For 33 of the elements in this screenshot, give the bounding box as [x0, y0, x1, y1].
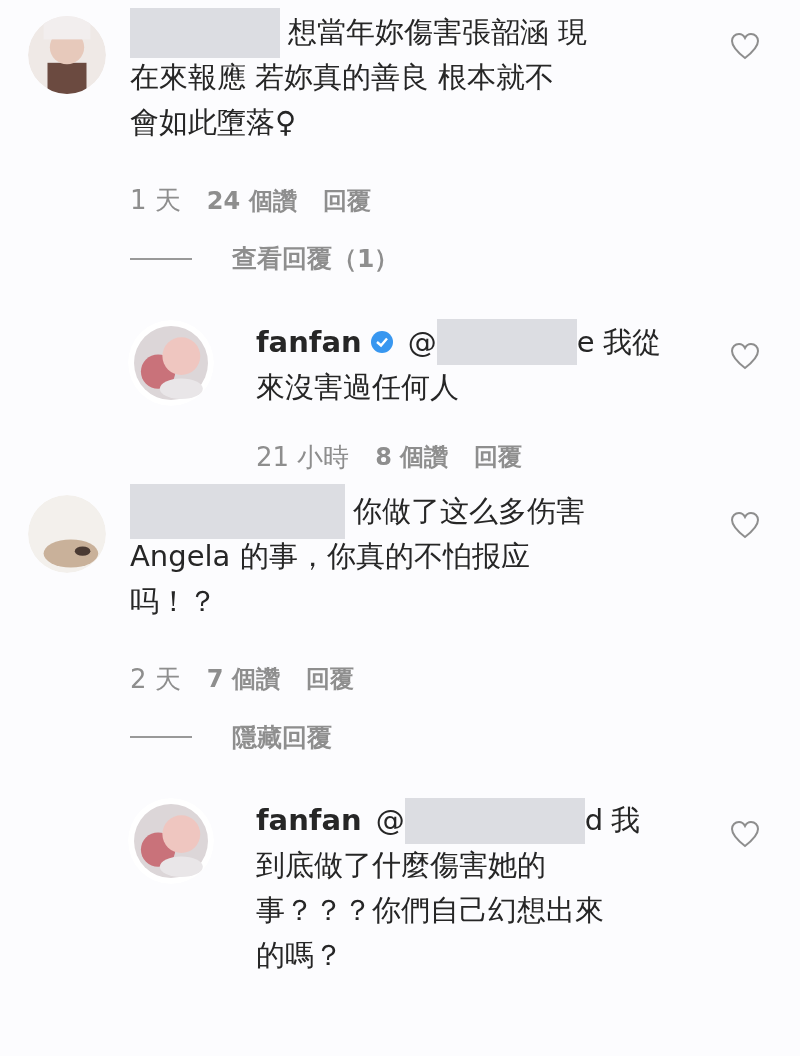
- heart-icon[interactable]: [730, 341, 760, 370]
- mention-text: @: [375, 802, 405, 839]
- comment-text: 會如此墮落♀: [130, 104, 297, 141]
- reply-link[interactable]: 回覆: [322, 182, 371, 219]
- comment-text: 到底做了什麼傷害她的: [256, 847, 546, 884]
- comment-text: 來沒害過任何人: [256, 368, 459, 406]
- comment-text: 我: [611, 802, 641, 839]
- like-count: 24 個讚: [206, 185, 297, 217]
- comment-time: 2 天: [130, 662, 181, 696]
- comment-text: 想當年妳傷害張韶涵 現: [288, 14, 588, 51]
- comment-text: 事？？？你們自己幻想出來: [256, 892, 604, 929]
- comment-text: 吗！？: [130, 582, 217, 620]
- heart-icon[interactable]: [730, 32, 760, 60]
- mention-text: e: [576, 323, 595, 361]
- reply-link[interactable]: 回覆: [474, 439, 523, 475]
- mention-text: d: [584, 802, 604, 839]
- comment-text: Angela 的事，你真的不怕报应: [130, 537, 530, 575]
- reply-link[interactable]: 回覆: [305, 661, 354, 697]
- comment-text: 的嗎？: [256, 937, 343, 974]
- comment-time: 1 天: [130, 184, 181, 217]
- comment-text: 在來報應 若妳真的善良 根本就不: [130, 59, 555, 96]
- heart-icon[interactable]: [730, 510, 760, 539]
- like-count: 8 個讚: [375, 442, 449, 473]
- username[interactable]: fanfan: [256, 798, 362, 843]
- heart-icon[interactable]: [730, 820, 760, 848]
- comment-time: 21 小時: [256, 440, 350, 474]
- comment-text: 我從: [602, 323, 661, 361]
- comment-text: 你做了这么多伤害: [353, 492, 585, 530]
- mention-text: @: [407, 323, 437, 361]
- like-count: 7 個讚: [206, 664, 280, 695]
- username[interactable]: fanfan: [256, 319, 362, 365]
- view-replies-link[interactable]: 查看回覆（1）: [232, 240, 400, 278]
- view-replies-link[interactable]: 隱藏回覆: [232, 718, 332, 756]
